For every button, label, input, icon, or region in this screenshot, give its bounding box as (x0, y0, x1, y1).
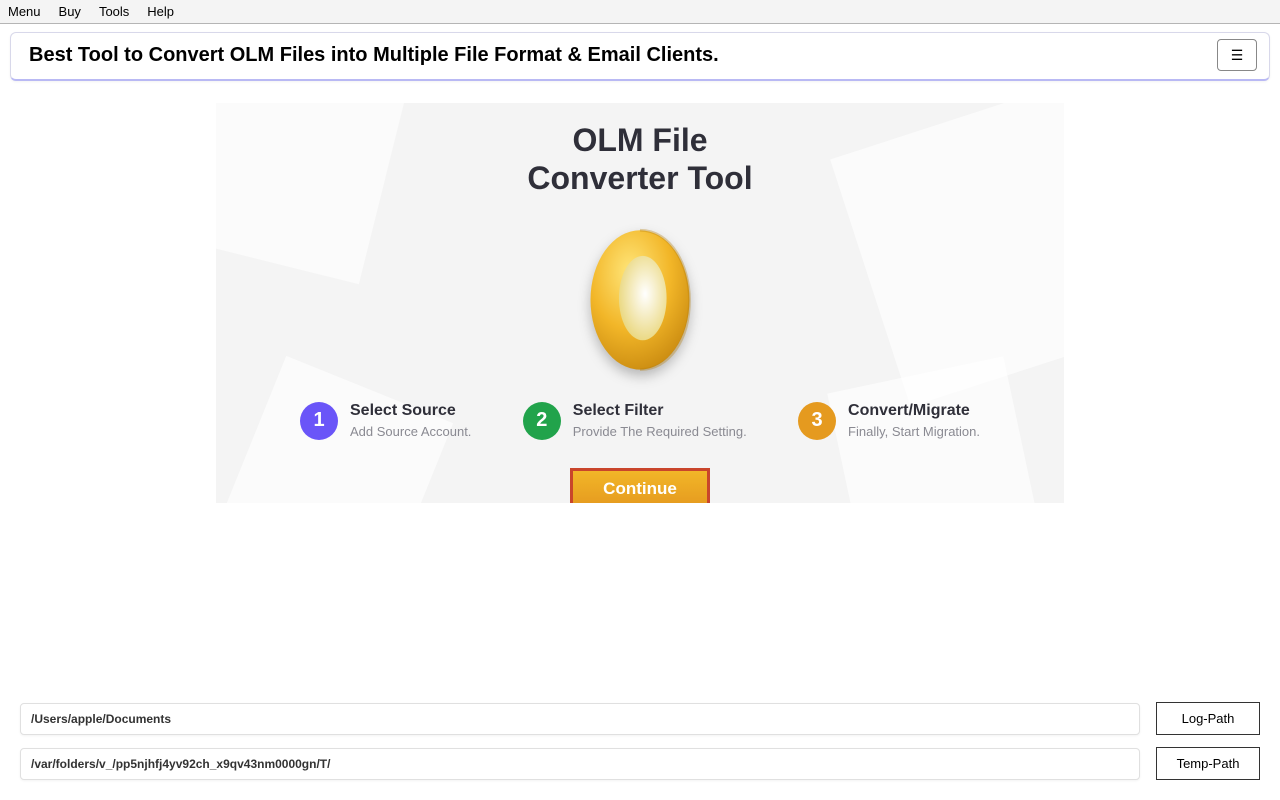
menu-item[interactable]: Menu (8, 4, 41, 19)
menu-item[interactable]: Help (147, 4, 174, 19)
step-subtitle: Finally, Start Migration. (848, 424, 980, 439)
log-path-field[interactable]: /Users/apple/Documents (20, 703, 1140, 735)
hamburger-icon: ☰ (1231, 47, 1244, 64)
temp-path-button[interactable]: Temp-Path (1156, 747, 1260, 780)
steps-row: 1 Select Source Add Source Account. 2 Se… (216, 402, 1064, 440)
step-badge-icon: 1 (300, 402, 338, 440)
step-badge-icon: 3 (798, 402, 836, 440)
step-3: 3 Convert/Migrate Finally, Start Migrati… (798, 402, 980, 440)
temp-path-field[interactable]: /var/folders/v_/pp5njhfj4yv92ch_x9qv43nm… (20, 748, 1140, 780)
olm-logo-icon (585, 224, 695, 374)
log-path-button[interactable]: Log-Path (1156, 702, 1260, 735)
system-menu: Menu Buy Tools Help (0, 0, 1280, 24)
step-badge-icon: 2 (523, 402, 561, 440)
step-subtitle: Provide The Required Setting. (573, 424, 747, 439)
title-bar: Best Tool to Convert OLM Files into Mult… (10, 32, 1270, 81)
step-1: 1 Select Source Add Source Account. (300, 402, 471, 440)
hero-panel: OLM File Converter Tool (216, 103, 1064, 503)
menu-item[interactable]: Tools (99, 4, 129, 19)
step-title: Convert/Migrate (848, 402, 980, 420)
page-title: Best Tool to Convert OLM Files into Mult… (29, 44, 719, 67)
step-subtitle: Add Source Account. (350, 424, 471, 439)
step-2: 2 Select Filter Provide The Required Set… (523, 402, 747, 440)
menu-item[interactable]: Buy (59, 4, 81, 19)
step-title: Select Source (350, 402, 471, 420)
footer-paths: /Users/apple/Documents Log-Path /var/fol… (20, 702, 1260, 780)
continue-button[interactable]: Continue (570, 468, 710, 503)
step-title: Select Filter (573, 402, 747, 420)
hero-title: OLM File Converter Tool (216, 121, 1064, 198)
hamburger-button[interactable]: ☰ (1217, 39, 1257, 71)
